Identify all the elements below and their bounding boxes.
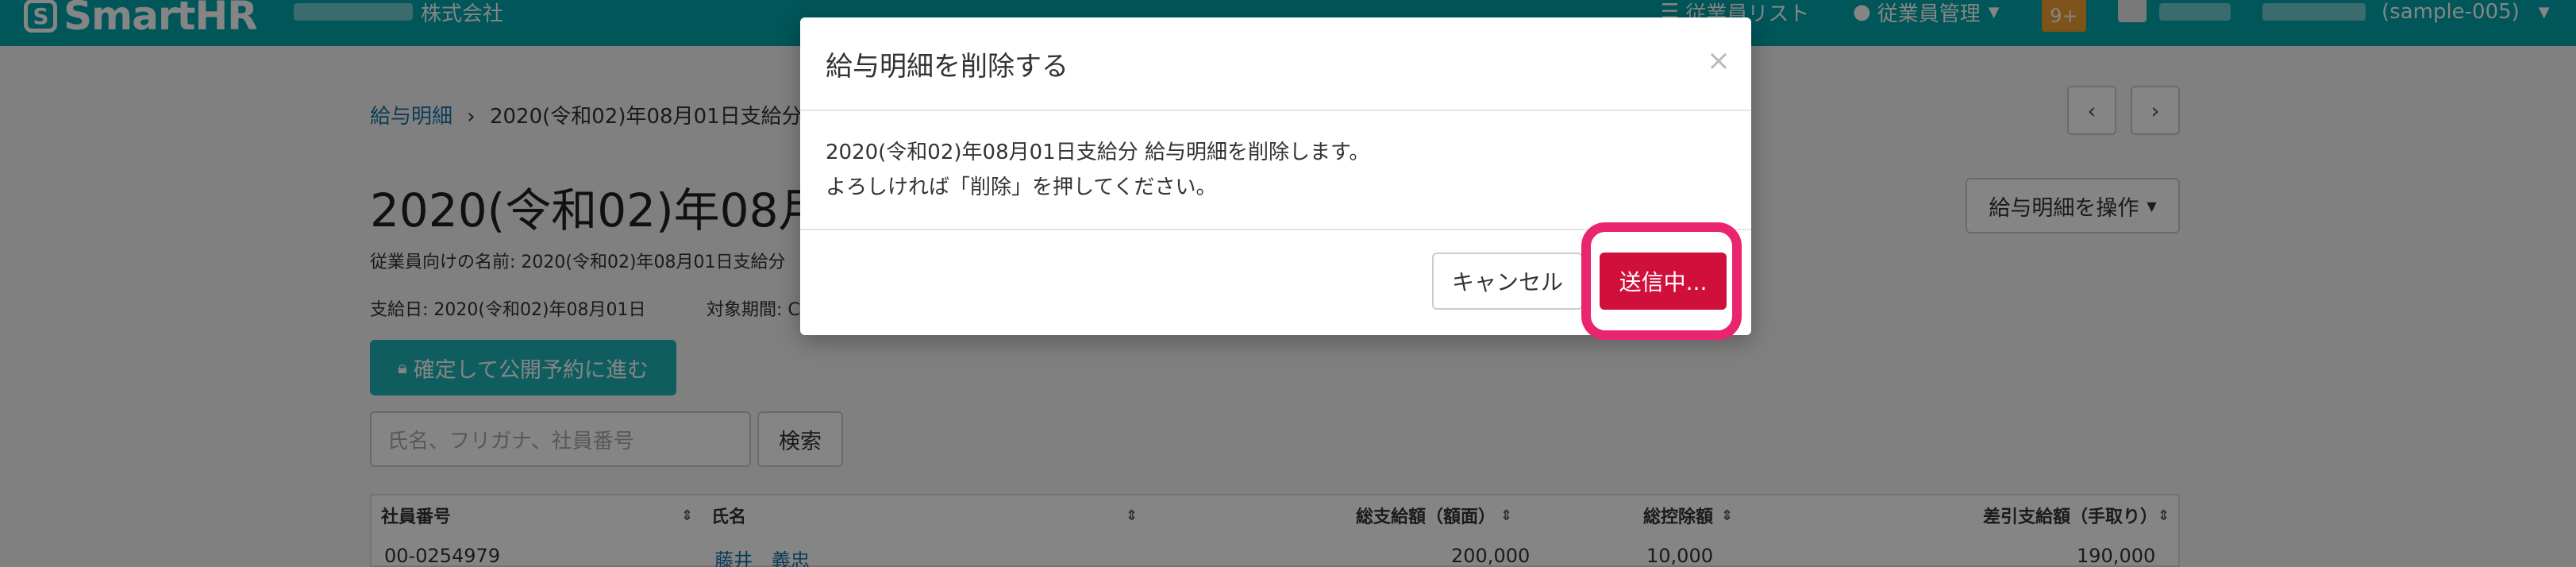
submit-button[interactable]: 送信中... — [1600, 253, 1727, 310]
dialog-body: 2020(令和02)年08月01日支給分 給与明細を削除します。 よろしければ「… — [826, 135, 1369, 205]
delete-payslip-dialog: 給与明細を削除する × 2020(令和02)年08月01日支給分 給与明細を削除… — [800, 17, 1751, 340]
dialog-title: 給与明細を削除する — [826, 51, 1069, 83]
divider — [800, 110, 1751, 111]
close-icon[interactable]: × — [1707, 44, 1731, 77]
cancel-button[interactable]: キャンセル — [1432, 253, 1583, 310]
dialog-message-line: よろしければ「削除」を押してください。 — [826, 176, 1217, 199]
dialog-message-line: 2020(令和02)年08月01日支給分 給与明細を削除します。 — [826, 141, 1370, 164]
